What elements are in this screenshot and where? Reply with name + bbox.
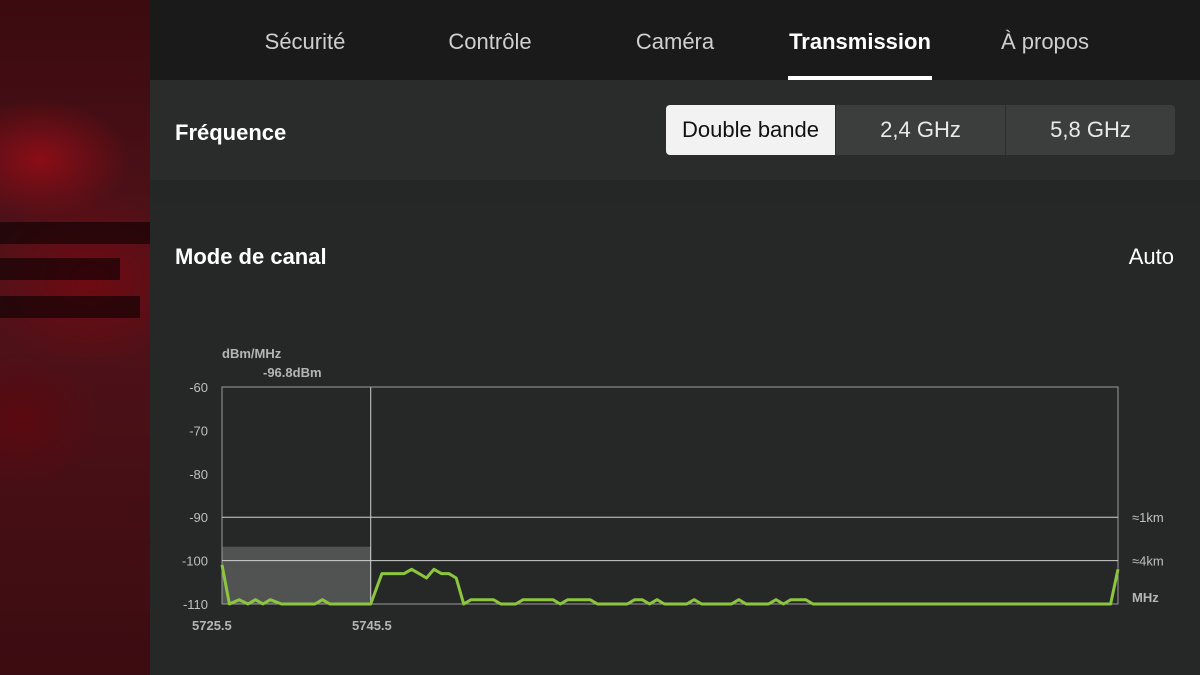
y-axis-label: dBm/MHz: [222, 346, 282, 361]
x-tick-label-start: 5725.5: [192, 618, 232, 633]
y-tick-label: -90: [189, 510, 208, 525]
tab-label: Caméra: [635, 29, 715, 54]
spectrum-chart[interactable]: dBm/MHz -96.8dBm -60 -70 -80 -90 -100 -1…: [150, 204, 1200, 675]
tab-label: Sécurité: [264, 29, 346, 54]
frequency-option-5-8ghz[interactable]: 5,8 GHz: [1005, 105, 1175, 155]
frequency-option-dual-band[interactable]: Double bande: [666, 105, 835, 155]
reference-label-4km: ≈4km: [1132, 554, 1164, 569]
camera-artifact: [0, 222, 150, 244]
y-tick-label: -100: [182, 554, 208, 569]
section-divider: [150, 180, 1200, 204]
y-tick-label: -60: [189, 380, 208, 395]
transmission-settings-panel: Fréquence Double bande 2,4 GHz 5,8 GHz M…: [150, 80, 1200, 675]
y-tick-label: -70: [189, 423, 208, 438]
frequency-title: Fréquence: [175, 120, 287, 145]
tab-label: À propos: [1000, 29, 1090, 54]
frequency-selector: Double bande 2,4 GHz 5,8 GHz: [666, 105, 1175, 155]
reference-label-1km: ≈1km: [1132, 510, 1164, 525]
tab-camera[interactable]: Caméra: [610, 0, 740, 80]
tab-transmission[interactable]: Transmission: [788, 0, 932, 80]
camera-preview-background: [0, 0, 150, 675]
tab-about[interactable]: À propos: [980, 0, 1110, 80]
x-tick-label-selected-end: 5745.5: [352, 618, 392, 633]
settings-tab-bar: Sécurité Contrôle Caméra Transmission À …: [150, 0, 1200, 80]
x-axis-unit-label: MHz: [1132, 590, 1159, 605]
tab-control[interactable]: Contrôle: [425, 0, 555, 80]
y-tick-label: -110: [183, 597, 208, 612]
frequency-option-2-4ghz[interactable]: 2,4 GHz: [835, 105, 1005, 155]
tab-security[interactable]: Sécurité: [240, 0, 370, 80]
camera-artifact: [0, 258, 120, 280]
y-tick-label: -80: [189, 467, 208, 482]
channel-mode-row: Mode de canal Auto dBm/MHz -96.8dBm -60 …: [150, 204, 1200, 675]
selected-channel-level-label: -96.8dBm: [263, 365, 322, 380]
frequency-row: Fréquence Double bande 2,4 GHz 5,8 GHz: [150, 80, 1200, 180]
tab-label: Contrôle: [448, 29, 532, 54]
tab-label: Transmission: [789, 29, 931, 54]
camera-artifact: [0, 296, 140, 318]
selected-channel-level-fill: [222, 546, 371, 604]
